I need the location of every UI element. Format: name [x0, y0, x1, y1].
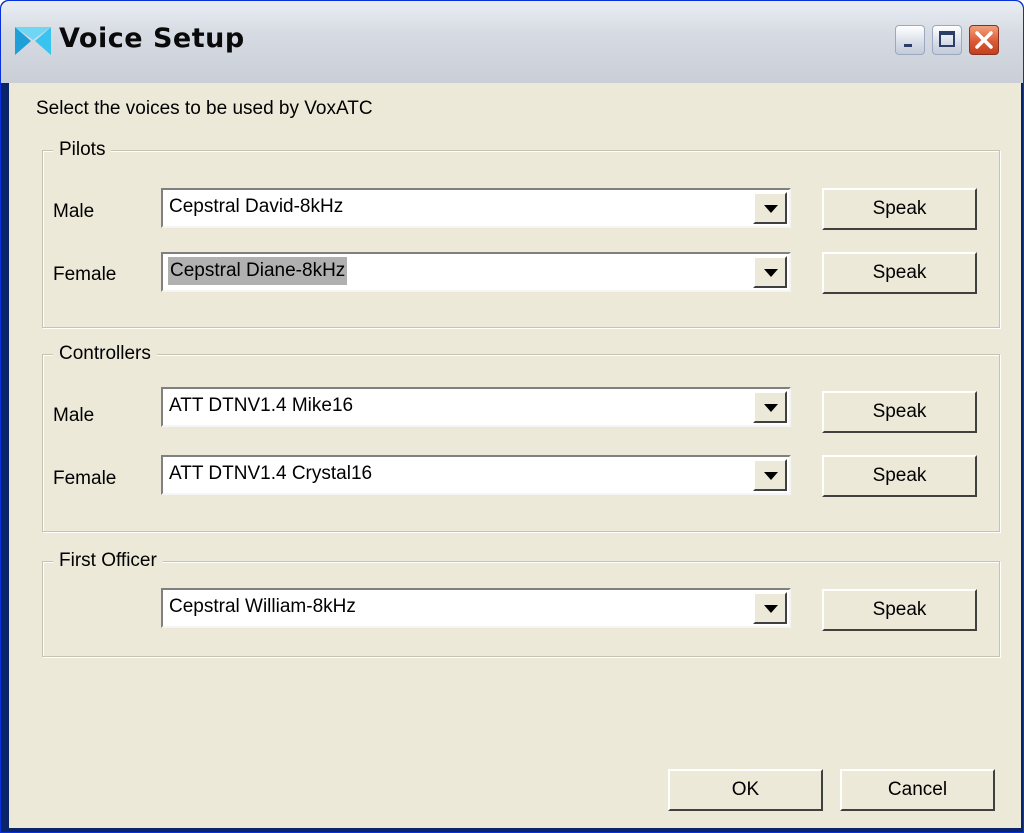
window-title: Voice Setup	[59, 23, 245, 54]
maximize-icon	[939, 31, 955, 47]
controllers-male-dropdown-button[interactable]	[753, 391, 787, 423]
first-officer-voice-value: Cepstral William-8kHz	[169, 596, 356, 617]
pilots-female-voice-value: Cepstral Diane-8kHz	[168, 257, 348, 285]
pilots-male-voice-value: Cepstral David-8kHz	[169, 196, 344, 217]
first-officer-group: First Officer Cepstral William-8kHz Spea…	[42, 549, 1000, 657]
pilots-female-label: Female	[53, 264, 117, 285]
first-officer-speak-button[interactable]: Speak	[822, 589, 977, 631]
first-officer-voice-dropdown[interactable]: Cepstral William-8kHz	[161, 588, 791, 628]
ok-button[interactable]: OK	[668, 769, 823, 811]
controllers-male-voice-value: ATT DTNV1.4 Mike16	[169, 395, 354, 416]
pilots-group: Pilots Male Cepstral David-8kHz Speak Fe…	[42, 138, 1000, 328]
close-button[interactable]	[969, 25, 999, 55]
pilots-female-voice-dropdown[interactable]: Cepstral Diane-8kHz	[161, 252, 791, 292]
intro-text: Select the voices to be used by VoxATC	[36, 98, 373, 119]
controllers-female-voice-value: ATT DTNV1.4 Crystal16	[169, 463, 373, 484]
chevron-down-icon	[764, 205, 778, 213]
controllers-group-title: Controllers	[53, 342, 157, 366]
controllers-female-speak-button[interactable]: Speak	[822, 455, 977, 497]
pilots-group-title: Pilots	[53, 138, 112, 162]
chevron-down-icon	[764, 472, 778, 480]
controllers-female-label: Female	[53, 468, 117, 489]
voxatc-app-icon	[15, 27, 51, 55]
maximize-button[interactable]	[932, 25, 962, 55]
controllers-male-voice-dropdown[interactable]: ATT DTNV1.4 Mike16	[161, 387, 791, 427]
controllers-male-label: Male	[53, 405, 95, 426]
first-officer-group-title: First Officer	[53, 549, 163, 573]
chevron-down-icon	[764, 605, 778, 613]
close-icon	[975, 31, 993, 49]
chevron-down-icon	[764, 269, 778, 277]
first-officer-dropdown-button[interactable]	[753, 592, 787, 624]
pilots-female-speak-button[interactable]: Speak	[822, 252, 977, 294]
minimize-button[interactable]	[895, 25, 925, 55]
controllers-female-voice-dropdown[interactable]: ATT DTNV1.4 Crystal16	[161, 455, 791, 495]
minimize-icon	[904, 44, 912, 47]
controllers-group: Controllers Male ATT DTNV1.4 Mike16 Spea…	[42, 342, 1000, 532]
title-bar[interactable]: Voice Setup	[1, 1, 1023, 83]
pilots-male-voice-dropdown[interactable]: Cepstral David-8kHz	[161, 188, 791, 228]
controllers-male-speak-button[interactable]: Speak	[822, 391, 977, 433]
pilots-male-speak-button[interactable]: Speak	[822, 188, 977, 230]
pilots-female-dropdown-button[interactable]	[753, 256, 787, 288]
voice-setup-window: Voice Setup Select the voices to be used…	[0, 0, 1024, 833]
chevron-down-icon	[764, 404, 778, 412]
pilots-male-dropdown-button[interactable]	[753, 192, 787, 224]
dialog-body: Select the voices to be used by VoxATC P…	[9, 83, 1021, 828]
pilots-male-label: Male	[53, 201, 95, 222]
cancel-button[interactable]: Cancel	[840, 769, 995, 811]
controllers-female-dropdown-button[interactable]	[753, 459, 787, 491]
